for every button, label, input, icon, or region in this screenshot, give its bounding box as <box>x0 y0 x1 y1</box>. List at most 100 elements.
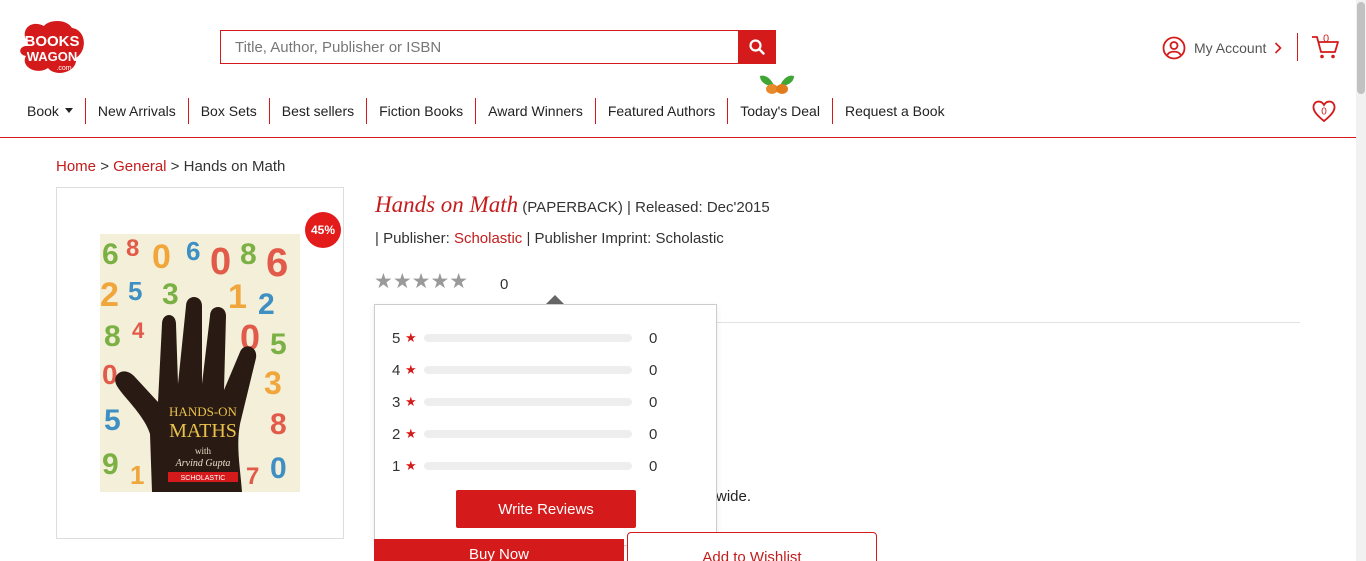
todays-deal-icon <box>756 70 798 96</box>
rating-row-count: 0 <box>649 361 658 379</box>
nav-featured-authors[interactable]: Featured Authors <box>596 98 729 124</box>
svg-text:5: 5 <box>270 328 287 361</box>
discount-badge: 45% <box>305 212 341 248</box>
main-nav: Book New Arrivals Box Sets Best sellers … <box>27 98 957 124</box>
breadcrumb-current: Hands on Math <box>183 158 286 175</box>
product-title-line: Hands on Math (PAPERBACK) | Released: De… <box>375 192 770 218</box>
product-title: Hands on Math <box>375 192 519 217</box>
nav-fiction-books[interactable]: Fiction Books <box>367 98 477 124</box>
rating-bar <box>424 462 632 470</box>
wishlist-count: 0 <box>1321 107 1327 118</box>
search-bar <box>220 30 776 64</box>
breadcrumb-home[interactable]: Home <box>56 158 96 175</box>
rating-bar <box>424 430 632 438</box>
svg-text:9: 9 <box>102 448 119 481</box>
page-scrollbar[interactable] <box>1356 0 1366 561</box>
breadcrumb-separator: > <box>100 158 109 175</box>
rating-row-stars: 2 <box>392 425 401 443</box>
svg-text:2: 2 <box>258 288 275 321</box>
svg-text:4: 4 <box>132 318 145 343</box>
rating-stars[interactable]: ★★★★★ <box>374 271 468 293</box>
released-label: | Released: <box>627 199 703 216</box>
rating-row-2: 2 ★ 0 <box>392 424 692 444</box>
svg-text:0: 0 <box>210 241 231 283</box>
cover-text-line3: with <box>195 446 212 456</box>
nav-new-arrivals[interactable]: New Arrivals <box>86 98 189 124</box>
rating-row-count: 0 <box>649 457 658 475</box>
logo-text-wagon: WAGON <box>27 49 78 64</box>
rating-row-4: 4 ★ 0 <box>392 360 692 380</box>
rating-bar <box>424 334 632 342</box>
popover-arrow <box>546 295 564 304</box>
svg-text:6: 6 <box>102 238 119 271</box>
rating-row-count: 0 <box>649 425 658 443</box>
svg-text:1: 1 <box>228 278 247 316</box>
publisher-label: | Publisher: <box>375 230 450 247</box>
add-to-wishlist-button[interactable]: Add to Wishlist <box>627 532 877 561</box>
rating-count: 0 <box>500 276 509 293</box>
wishlist-button[interactable]: 0 <box>1311 98 1337 124</box>
rating-row-stars: 4 <box>392 361 401 379</box>
rating-bar <box>424 398 632 406</box>
rating-bar <box>424 366 632 374</box>
nav-book-label: Book <box>27 103 59 119</box>
nav-box-sets[interactable]: Box Sets <box>189 98 270 124</box>
search-icon <box>749 39 765 55</box>
breadcrumb-general[interactable]: General <box>113 158 166 175</box>
rating-row-count: 0 <box>649 393 658 411</box>
rating-row-1: 1 ★ 0 <box>392 456 692 476</box>
svg-text:8: 8 <box>126 235 139 262</box>
publisher-link[interactable]: Scholastic <box>454 230 522 247</box>
write-reviews-button[interactable]: Write Reviews <box>456 490 636 528</box>
nav-best-sellers[interactable]: Best sellers <box>270 98 368 124</box>
svg-text:0: 0 <box>270 452 287 485</box>
scrollbar-thumb[interactable] <box>1357 2 1365 94</box>
svg-text:7: 7 <box>246 463 259 490</box>
rating-row-stars: 3 <box>392 393 401 411</box>
star-icon: ★ <box>405 426 417 441</box>
heart-icon: 0 <box>1312 100 1336 123</box>
rating-row-5: 5 ★ 0 <box>392 328 692 348</box>
nav-request-a-book[interactable]: Request a Book <box>833 98 957 124</box>
cart-button[interactable]: 0 <box>1311 33 1341 60</box>
logo-text-books: BOOKS <box>24 33 79 50</box>
shipping-worldwide-text: wide. <box>716 488 752 505</box>
star-icon: ★ <box>405 458 417 473</box>
svg-text:0: 0 <box>152 238 171 276</box>
nav-divider <box>0 137 1356 138</box>
product-image-box: 6 8 0 6 0 8 6 2 5 3 1 2 8 4 0 5 0 3 5 8 <box>56 187 344 539</box>
cover-text-line2: MATHS <box>169 420 237 442</box>
buy-now-button[interactable]: Buy Now <box>374 539 624 561</box>
star-icon: ★ <box>405 330 417 345</box>
star-icon: ★ <box>405 362 417 377</box>
svg-text:8: 8 <box>270 408 287 441</box>
rating-row-3: 3 ★ 0 <box>392 392 692 412</box>
header-divider <box>1297 33 1298 61</box>
svg-text:5: 5 <box>104 404 121 437</box>
rating-breakdown-popover: 5 ★ 0 4 ★ 0 3 ★ 0 2 ★ 0 1 ★ 0 Write Revi… <box>374 304 717 546</box>
user-icon <box>1162 36 1186 60</box>
nav-todays-deal[interactable]: Today's Deal <box>728 98 833 124</box>
imprint-label: | Publisher Imprint: <box>526 230 652 247</box>
rating-row-stars: 1 <box>392 457 401 475</box>
svg-text:3: 3 <box>264 365 282 401</box>
breadcrumb-separator: > <box>170 158 180 175</box>
bookswagon-logo[interactable]: BOOKS WAGON .com <box>16 16 88 76</box>
released-date: Dec'2015 <box>706 199 770 216</box>
rating-row-count: 0 <box>649 329 658 347</box>
product-format: (PAPERBACK) <box>522 199 623 216</box>
star-rating-icons: ★★★★★ <box>374 270 469 293</box>
cover-text-line1: HANDS-ON <box>169 404 238 419</box>
rating-row-stars: 5 <box>392 329 401 347</box>
imprint-value: Scholastic <box>655 230 724 247</box>
search-button[interactable] <box>738 30 776 64</box>
svg-text:8: 8 <box>240 238 257 271</box>
my-account-link[interactable]: My Account <box>1162 36 1283 60</box>
svg-text:0: 0 <box>102 359 118 390</box>
svg-text:5: 5 <box>128 276 142 306</box>
nav-award-winners[interactable]: Award Winners <box>476 98 596 124</box>
book-cover-image[interactable]: 6 8 0 6 0 8 6 2 5 3 1 2 8 4 0 5 0 3 5 8 <box>100 234 300 492</box>
caret-down-icon <box>64 108 73 113</box>
search-input[interactable] <box>220 30 738 64</box>
nav-book[interactable]: Book <box>27 98 86 124</box>
